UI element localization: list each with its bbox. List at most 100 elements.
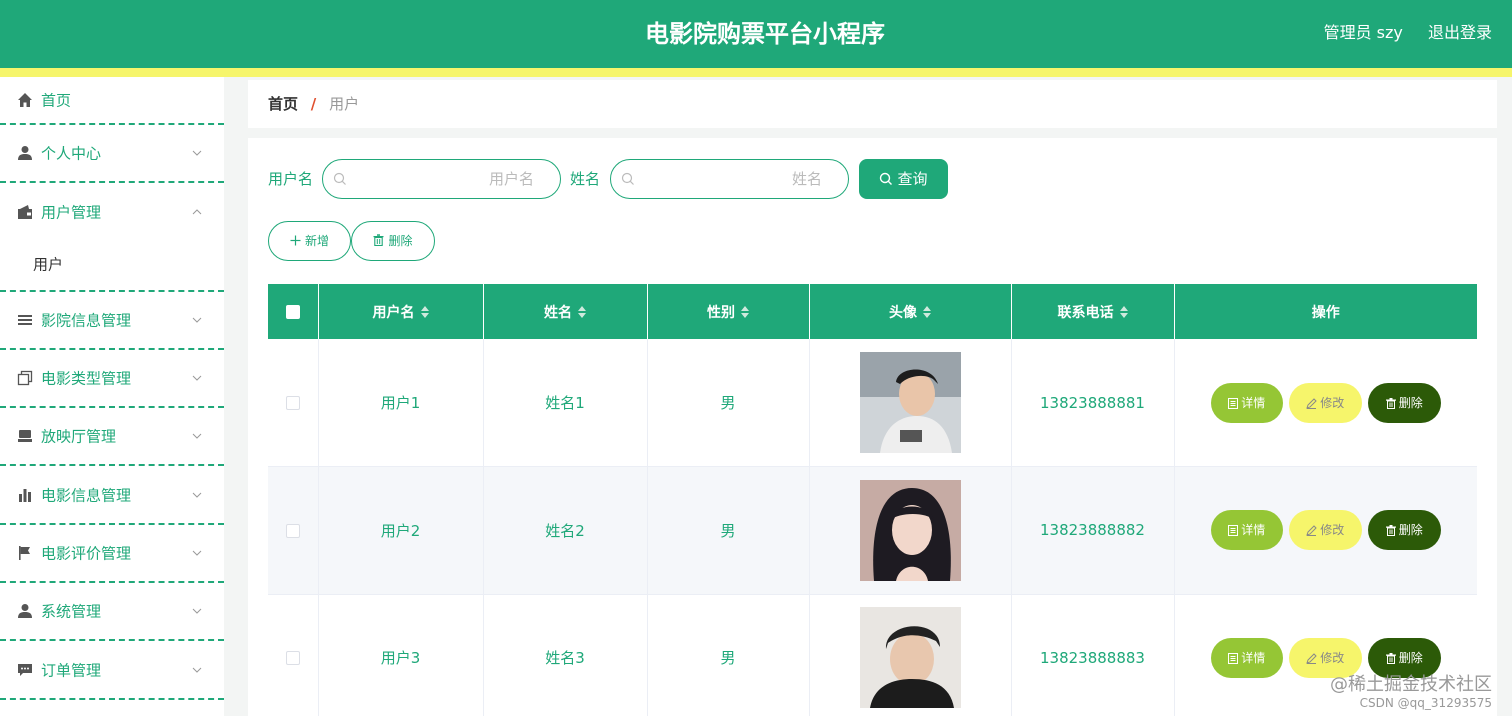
- chevron-down-icon: [192, 375, 202, 381]
- username-label: 用户名: [268, 170, 314, 188]
- watermark-line2: CSDN @qq_31293575: [1359, 696, 1492, 710]
- list-icon: [18, 314, 32, 325]
- sidebar-item-movie-type[interactable]: 电影类型管理: [0, 350, 224, 409]
- logout-button[interactable]: 退出登录: [1428, 23, 1492, 42]
- chat-icon: [18, 663, 32, 676]
- chevron-down-icon: [192, 667, 202, 673]
- home-icon: [18, 93, 32, 107]
- trash-icon: [373, 234, 384, 247]
- chevron-down-icon: [192, 150, 202, 156]
- sidebar-item-label: 放映厅管理: [41, 427, 117, 446]
- sidebar-item-movie-info[interactable]: 电影信息管理: [0, 466, 224, 525]
- column-header-phone[interactable]: 联系电话: [1011, 284, 1175, 339]
- table-row: 用户3 姓名3 男 13823888883 详情 修改 删除: [268, 594, 1477, 716]
- select-all-cell[interactable]: [268, 284, 319, 339]
- cell-actions: 详情 修改 删除: [1174, 339, 1477, 467]
- sidebar-item-cinema-info[interactable]: 影院信息管理: [0, 292, 224, 350]
- row-select-cell[interactable]: [268, 339, 319, 467]
- sort-icon: [1119, 305, 1128, 318]
- avatar[interactable]: [859, 607, 961, 709]
- watermark: @稀土掘金技术社区 CSDN @qq_31293575: [1330, 670, 1492, 710]
- column-header-avatar[interactable]: 头像: [809, 284, 1012, 339]
- trash-icon: [1385, 397, 1396, 409]
- sort-icon: [741, 305, 749, 318]
- sidebar-item-hall[interactable]: 放映厅管理: [0, 408, 224, 467]
- sort-icon: [923, 305, 931, 318]
- sidebar-item-label: 个人中心: [41, 144, 102, 163]
- delete-button[interactable]: 删除: [1367, 382, 1441, 423]
- sidebar-item-movie-review[interactable]: 电影评价管理: [0, 525, 224, 584]
- sidebar-item-system[interactable]: 系统管理: [0, 583, 224, 642]
- table-row: 用户2 姓名2 男 13823888882 详情 修改 删除: [268, 466, 1477, 595]
- add-button[interactable]: 新增: [268, 221, 351, 261]
- user-icon: [18, 146, 32, 161]
- cell-username: 用户3: [318, 594, 484, 716]
- sidebar-item-user-management[interactable]: 用户管理: [0, 183, 224, 241]
- name-input[interactable]: [641, 168, 822, 190]
- user-icon: [18, 604, 32, 619]
- row-checkbox[interactable]: [285, 651, 300, 666]
- batch-delete-button[interactable]: 删除: [351, 221, 435, 261]
- delete-button[interactable]: 删除: [1367, 510, 1441, 551]
- query-label: 查询: [897, 170, 928, 188]
- sort-icon: [420, 305, 429, 318]
- document-icon: [1228, 525, 1239, 537]
- query-button[interactable]: 查询: [859, 159, 948, 199]
- pencil-icon: [1306, 525, 1317, 537]
- flag-icon: [19, 545, 30, 560]
- search-icon: [880, 172, 893, 185]
- sidebar-item-personal-center[interactable]: 个人中心: [0, 125, 224, 184]
- chevron-down-icon: [192, 317, 202, 323]
- delete-label: 删除: [388, 234, 413, 248]
- sort-icon: [578, 305, 586, 318]
- detail-button[interactable]: 详情: [1210, 382, 1283, 423]
- sidebar-item-home[interactable]: 首页: [0, 77, 224, 125]
- breadcrumb-home[interactable]: 首页: [268, 95, 298, 113]
- row-select-cell[interactable]: [268, 594, 319, 716]
- search-icon: [621, 172, 634, 185]
- header-right: 管理员 szy 退出登录: [1304, 0, 1492, 68]
- cell-username: 用户1: [318, 339, 484, 467]
- wallet-icon: [18, 205, 32, 220]
- breadcrumb: 首页 / 用户: [248, 80, 1497, 128]
- app-title: 电影院购票平台小程序: [645, 20, 885, 48]
- sidebar-item-label: 系统管理: [41, 602, 102, 621]
- row-select-cell[interactable]: [268, 466, 319, 594]
- cell-name: 姓名2: [483, 466, 648, 594]
- chevron-up-icon: [192, 209, 202, 215]
- avatar[interactable]: [859, 479, 961, 581]
- username-search-box[interactable]: [322, 159, 561, 199]
- document-icon: [1228, 652, 1239, 664]
- add-label: 新增: [304, 234, 329, 248]
- table-row: 用户1 姓名1 男 13823888881 详情 修改 删除: [268, 339, 1477, 467]
- chevron-down-icon: [192, 492, 202, 498]
- sidebar: 首页 个人中心 用户管理 用户 影院信息管理 电影类型管理 放映厅管理 电影信息…: [0, 77, 224, 716]
- column-header-username[interactable]: 用户名: [318, 284, 484, 339]
- avatar[interactable]: [859, 352, 961, 453]
- chevron-down-icon: [192, 608, 202, 614]
- breadcrumb-separator: /: [310, 95, 317, 113]
- cell-actions: 详情 修改 删除: [1174, 467, 1477, 595]
- cell-name: 姓名3: [483, 594, 648, 716]
- trash-icon: [1385, 652, 1396, 664]
- column-header-name[interactable]: 姓名: [483, 284, 648, 339]
- content-panel: 用户名 姓名 查询 新增 删除: [248, 138, 1497, 716]
- sidebar-item-orders[interactable]: 订单管理: [0, 641, 224, 700]
- edit-button[interactable]: 修改: [1288, 510, 1362, 551]
- edit-button[interactable]: 修改: [1288, 382, 1362, 423]
- chevron-down-icon: [192, 433, 202, 440]
- column-header-gender[interactable]: 性别: [647, 284, 810, 339]
- name-search-box[interactable]: [610, 159, 849, 199]
- detail-button[interactable]: 详情: [1210, 510, 1283, 551]
- admin-label: 管理员 szy: [1323, 23, 1403, 42]
- detail-button[interactable]: 详情: [1210, 637, 1283, 678]
- row-checkbox[interactable]: [285, 523, 300, 538]
- sidebar-item-label: 电影信息管理: [41, 486, 132, 505]
- trash-icon: [1385, 525, 1396, 537]
- sidebar-subitem-user[interactable]: 用户: [0, 242, 224, 292]
- row-checkbox[interactable]: [285, 396, 300, 410]
- cell-phone: 13823888883: [1011, 594, 1175, 716]
- username-input[interactable]: [353, 168, 534, 190]
- copy-icon: [17, 370, 33, 386]
- select-all-checkbox[interactable]: [285, 304, 300, 319]
